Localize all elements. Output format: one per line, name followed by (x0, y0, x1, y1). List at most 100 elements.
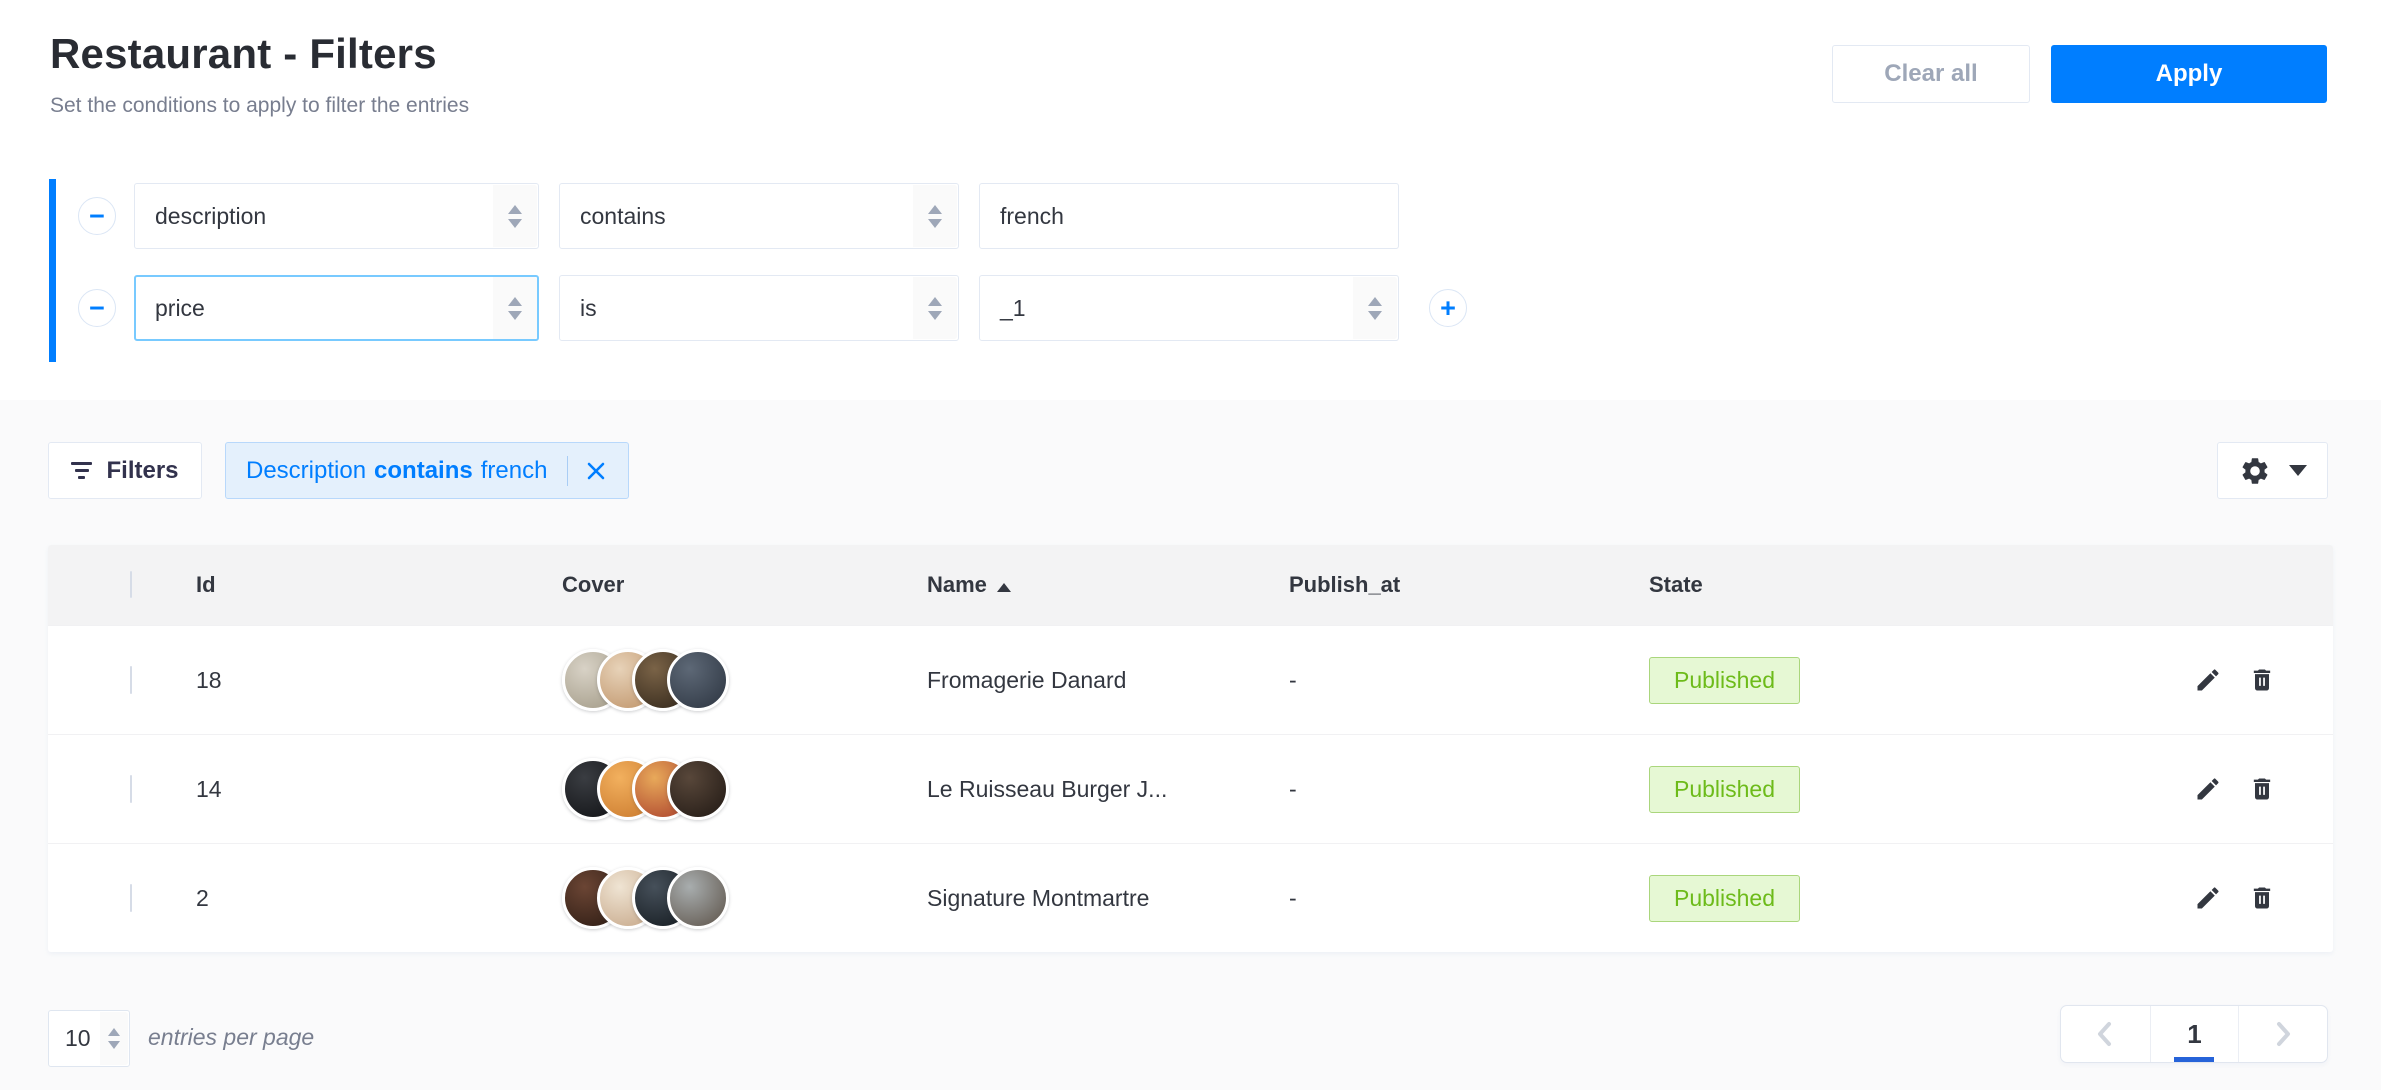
active-page-indicator (2174, 1057, 2214, 1062)
filter-field-value: description (155, 203, 266, 230)
delete-button[interactable] (2247, 883, 2277, 913)
select-stepper-icon (493, 185, 537, 247)
delete-button[interactable] (2247, 774, 2277, 804)
cell-publish-at: - (1289, 885, 1649, 912)
select-stepper-icon (493, 277, 537, 339)
cover-image (667, 867, 729, 929)
active-filter-tag: Description contains french (225, 442, 629, 499)
tag-value: french (481, 457, 548, 485)
minus-icon: − (89, 203, 105, 230)
pagination: 1 (2060, 1005, 2328, 1063)
status-badge: Published (1649, 766, 1800, 813)
filter-value-select[interactable]: _1 (979, 275, 1399, 341)
filter-operator-select[interactable]: contains (559, 183, 959, 249)
table-row[interactable]: 18 Fromagerie Danard - Published (48, 625, 2333, 734)
cell-cover (562, 867, 927, 929)
tag-operator: contains (374, 457, 473, 485)
filter-operator-value: contains (580, 203, 666, 230)
filters-button-label: Filters (106, 457, 178, 485)
cell-name: Le Ruisseau Burger J... (927, 776, 1289, 803)
edit-button[interactable] (2193, 774, 2223, 804)
status-badge: Published (1649, 875, 1800, 922)
status-badge: Published (1649, 657, 1800, 704)
pencil-icon (2194, 666, 2222, 694)
filters-panel: Restaurant - Filters Set the conditions … (0, 0, 2381, 400)
row-checkbox[interactable] (130, 666, 132, 694)
tag-divider (567, 456, 568, 486)
cell-id: 18 (196, 667, 562, 694)
add-filter-button[interactable]: + (1429, 289, 1467, 327)
trash-icon (2248, 884, 2276, 912)
list-view: Filters Description contains french Id C… (0, 400, 2381, 1090)
cell-name: Signature Montmartre (927, 885, 1289, 912)
row-checkbox[interactable] (130, 884, 132, 912)
column-header-id[interactable]: Id (196, 572, 562, 598)
column-header-name[interactable]: Name (927, 572, 1289, 598)
filter-value-text: _1 (1000, 295, 1026, 322)
apply-button[interactable]: Apply (2051, 45, 2327, 103)
minus-icon: − (89, 295, 105, 322)
cell-id: 2 (196, 885, 562, 912)
filter-field-select[interactable]: description (134, 183, 539, 249)
table-row[interactable]: 14 Le Ruisseau Burger J... - Published (48, 734, 2333, 843)
filter-operator-value: is (580, 295, 597, 322)
page-number-button[interactable]: 1 (2150, 1006, 2239, 1062)
column-header-state[interactable]: State (1649, 572, 2148, 598)
chevron-down-icon (2289, 465, 2307, 476)
trash-icon (2248, 775, 2276, 803)
table-header-row: Id Cover Name Publish_at State (48, 545, 2333, 625)
chevron-left-icon (2094, 1019, 2116, 1049)
plus-icon: + (1440, 295, 1456, 322)
column-header-publish-at[interactable]: Publish_at (1289, 572, 1649, 598)
filter-group-bar (49, 179, 56, 362)
tag-field: Description (246, 457, 366, 485)
select-all-checkbox[interactable] (130, 571, 132, 598)
clear-all-button[interactable]: Clear all (1832, 45, 2030, 103)
select-stepper-icon (913, 185, 957, 247)
cell-id: 14 (196, 776, 562, 803)
cover-image (667, 649, 729, 711)
edit-button[interactable] (2193, 665, 2223, 695)
cover-image (667, 758, 729, 820)
select-stepper-icon (913, 277, 957, 339)
filter-icon (71, 462, 92, 479)
page-size-value: 10 (65, 1025, 91, 1052)
page-subtitle: Set the conditions to apply to filter th… (50, 94, 469, 118)
filter-operator-select[interactable]: is (559, 275, 959, 341)
remove-filter-button[interactable]: − (78, 197, 116, 235)
filter-field-value: price (155, 295, 205, 322)
pencil-icon (2194, 775, 2222, 803)
next-page-button[interactable] (2238, 1006, 2327, 1062)
chevron-right-icon (2272, 1019, 2294, 1049)
column-header-cover[interactable]: Cover (562, 572, 927, 598)
previous-page-button[interactable] (2061, 1006, 2150, 1062)
list-toolbar: Filters Description contains french (48, 442, 2328, 499)
entries-table: Id Cover Name Publish_at State 18 Fromag… (48, 545, 2333, 952)
cell-publish-at: - (1289, 776, 1649, 803)
remove-filter-button[interactable]: − (78, 289, 116, 327)
delete-button[interactable] (2247, 665, 2277, 695)
row-checkbox[interactable] (130, 775, 132, 803)
pencil-icon (2194, 884, 2222, 912)
gear-icon (2239, 455, 2271, 487)
table-row[interactable]: 2 Signature Montmartre - Published (48, 843, 2333, 952)
current-page: 1 (2187, 1019, 2201, 1050)
cell-publish-at: - (1289, 667, 1649, 694)
filters-button[interactable]: Filters (48, 442, 202, 499)
cell-cover (562, 758, 927, 820)
filter-row: − price is _1 + (78, 275, 1467, 341)
page-size-select[interactable]: 10 (48, 1010, 130, 1067)
filter-row: − description contains (78, 183, 1399, 249)
filter-value-input[interactable] (979, 183, 1399, 249)
edit-button[interactable] (2193, 883, 2223, 913)
cell-name: Fromagerie Danard (927, 667, 1289, 694)
trash-icon (2248, 666, 2276, 694)
cell-cover (562, 649, 927, 711)
page-title: Restaurant - Filters (50, 30, 437, 78)
header-actions: Clear all Apply (1832, 45, 2327, 103)
remove-tag-icon[interactable] (584, 459, 608, 483)
entries-per-page-label: entries per page (148, 1024, 314, 1051)
filter-field-select[interactable]: price (134, 275, 539, 341)
table-settings-button[interactable] (2217, 442, 2328, 499)
select-stepper-icon (100, 1012, 128, 1065)
